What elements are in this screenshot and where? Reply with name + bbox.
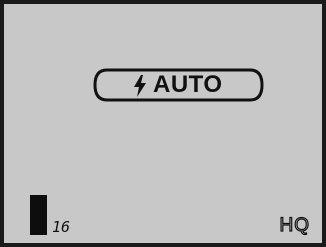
flash-mode-indicator: AUTO: [93, 68, 264, 102]
shots-remaining: 16: [52, 218, 71, 236]
lcd-screen: AUTO 16 HQ: [0, 0, 326, 247]
image-quality-indicator: HQ: [279, 214, 310, 236]
flash-mode-label: AUTO: [153, 71, 223, 98]
battery-indicator: [30, 195, 47, 235]
